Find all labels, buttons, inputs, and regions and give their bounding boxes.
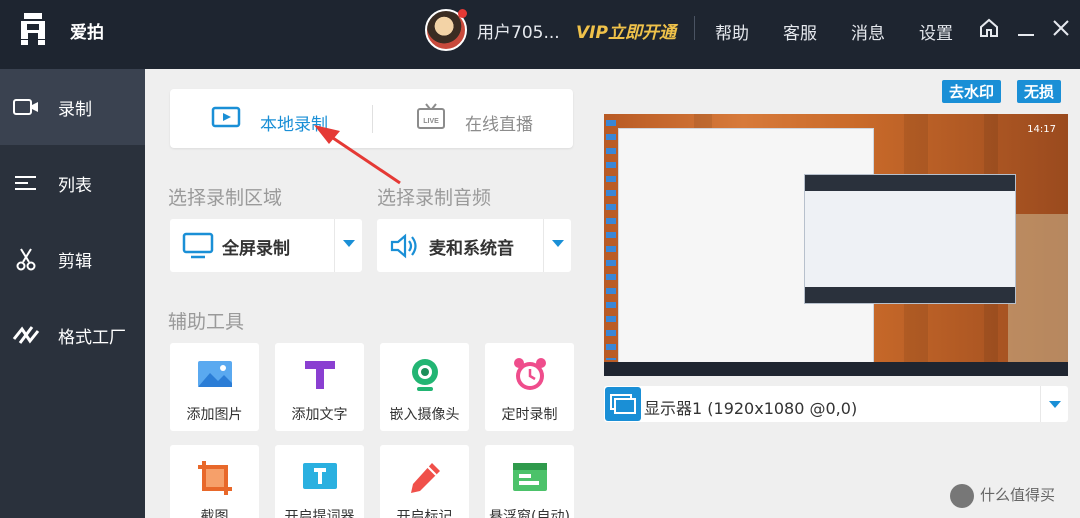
webcam-icon [412,359,438,391]
tool-label: 悬浮窗(自动) [489,509,570,518]
audio-section-title: 选择录制音频 [377,187,492,209]
tool-label: 嵌入摄像头 [389,407,460,423]
tool-label: 开启标记 [396,509,453,518]
preview-wall [1008,214,1068,364]
monitor-icon [182,232,214,259]
remove-watermark-badge[interactable]: 去水印 [942,80,1002,103]
screen-preview: 14:17 [604,114,1068,376]
desktop-icons [606,120,616,360]
chevron-down-icon [552,240,564,247]
tool-label: 开启提词器 [284,509,355,518]
watermark-logo-icon [950,484,974,508]
tool-label: 截图 [200,509,229,518]
region-value: 全屏录制 [222,239,290,259]
marker-tool[interactable]: 开启标记 [380,445,469,518]
chevron-down-icon [343,240,355,247]
chevron-down-icon [1049,401,1061,408]
speaker-icon [390,233,417,259]
floating-window-icon [513,463,547,491]
webcam-tool[interactable]: 嵌入摄像头 [380,343,469,431]
tools-section-title: 辅助工具 [168,311,245,333]
text-icon [305,361,335,389]
preview-app-bottombar [805,287,1015,303]
add-image-tool[interactable]: 添加图片 [170,343,259,431]
teleprompter-icon [303,463,337,489]
watermark-text: 什么值得买 [980,486,1056,504]
preview-app-titlebar [805,175,1015,191]
preview-app-window [804,174,1016,304]
floating-window-tool[interactable]: 悬浮窗(自动) [485,445,574,518]
audio-value: 麦和系统音 [429,239,514,259]
crop-icon [198,461,232,495]
monitor-dropdown-toggle[interactable] [1040,386,1068,422]
teleprompter-tool[interactable]: 开启提词器 [275,445,364,518]
display-icon [605,387,641,421]
tool-label: 添加图片 [186,407,243,423]
region-section-title: 选择录制区域 [168,187,283,209]
preview-clock: 14:17 [1027,124,1056,135]
tool-label: 添加文字 [291,407,348,423]
region-dropdown-toggle[interactable] [334,219,362,272]
pen-icon [411,463,440,493]
region-dropdown[interactable]: 全屏录制 [170,219,362,272]
lossless-badge[interactable]: 无损 [1017,80,1062,103]
scheduled-record-tool[interactable]: 定时录制 [485,343,574,431]
monitor-label: 显示器1 (1920x1080 @0,0) [644,399,858,418]
tool-label: 定时录制 [501,407,558,423]
screenshot-tool[interactable]: 截图 [170,445,259,518]
audio-dropdown[interactable]: 麦和系统音 [377,219,571,272]
monitor-select[interactable]: 显示器1 (1920x1080 @0,0) [604,386,1068,422]
preview-taskbar [604,362,1068,376]
audio-dropdown-toggle[interactable] [543,219,571,272]
image-icon [198,361,232,387]
alarm-clock-icon [514,358,546,390]
add-text-tool[interactable]: 添加文字 [275,343,364,431]
